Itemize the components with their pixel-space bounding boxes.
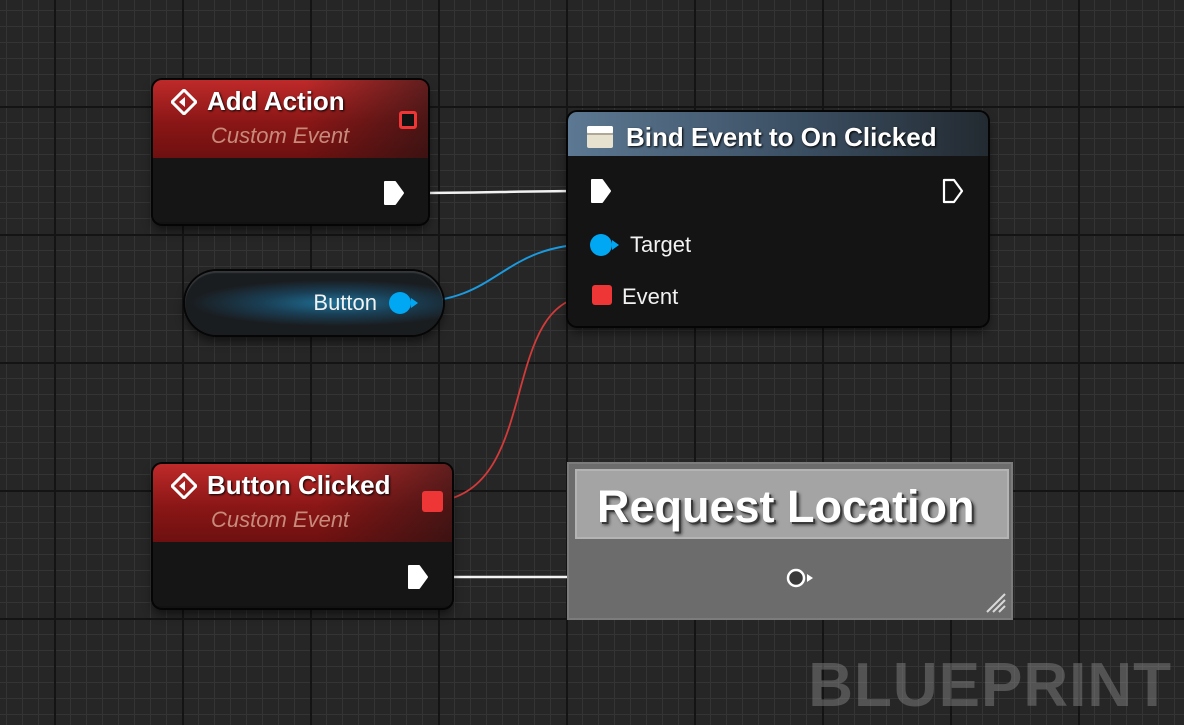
exec-out-pin[interactable] <box>942 178 964 204</box>
bind-event-title: Bind Event to On Clicked <box>626 121 937 152</box>
exec-out-pin[interactable] <box>407 564 429 590</box>
add-action-title: Add Action <box>207 86 345 116</box>
bind-event-node[interactable]: Bind Event to On Clicked Target Event <box>568 112 988 326</box>
button-clicked-subtitle: Custom Event <box>211 507 350 532</box>
request-location-comment[interactable]: Request Location <box>567 462 1013 620</box>
bind-event-body: Target Event <box>568 156 988 326</box>
event-pin[interactable] <box>592 285 612 305</box>
target-pin[interactable] <box>590 234 619 256</box>
reroute-exec-pin[interactable] <box>784 566 814 590</box>
button-clicked-event-node[interactable]: Button Clicked Custom Event <box>153 464 452 608</box>
button-variable-node[interactable]: Button <box>185 271 443 335</box>
add-action-event-node[interactable]: Add Action Custom Event <box>153 80 428 224</box>
add-action-body <box>153 158 428 222</box>
exec-in-pin[interactable] <box>590 178 612 204</box>
request-location-title[interactable]: Request Location <box>575 469 1009 539</box>
button-clicked-header[interactable]: Button Clicked Custom Event <box>153 464 452 542</box>
resize-grip-icon[interactable] <box>981 588 1007 614</box>
target-label: Target <box>630 232 692 257</box>
blueprint-watermark: BLUEPRINT <box>808 651 1172 720</box>
add-action-delegate-pin[interactable] <box>399 111 417 129</box>
exec-wire-add-action-to-bind[interactable] <box>406 189 591 195</box>
bind-event-header[interactable]: Bind Event to On Clicked <box>568 112 988 156</box>
event-label: Event <box>622 284 679 309</box>
event-diamond-icon <box>171 472 197 499</box>
button-variable-label: Button <box>313 290 377 315</box>
add-action-header[interactable]: Add Action Custom Event <box>153 80 428 158</box>
function-icon <box>586 124 614 150</box>
button-clicked-delegate-pin[interactable] <box>422 491 443 512</box>
event-diamond-icon <box>171 88 197 115</box>
add-action-subtitle: Custom Event <box>211 123 350 148</box>
button-clicked-title: Button Clicked <box>207 470 391 500</box>
exec-out-pin[interactable] <box>383 180 405 206</box>
button-output-pin[interactable] <box>389 292 418 314</box>
button-clicked-body <box>153 542 452 606</box>
